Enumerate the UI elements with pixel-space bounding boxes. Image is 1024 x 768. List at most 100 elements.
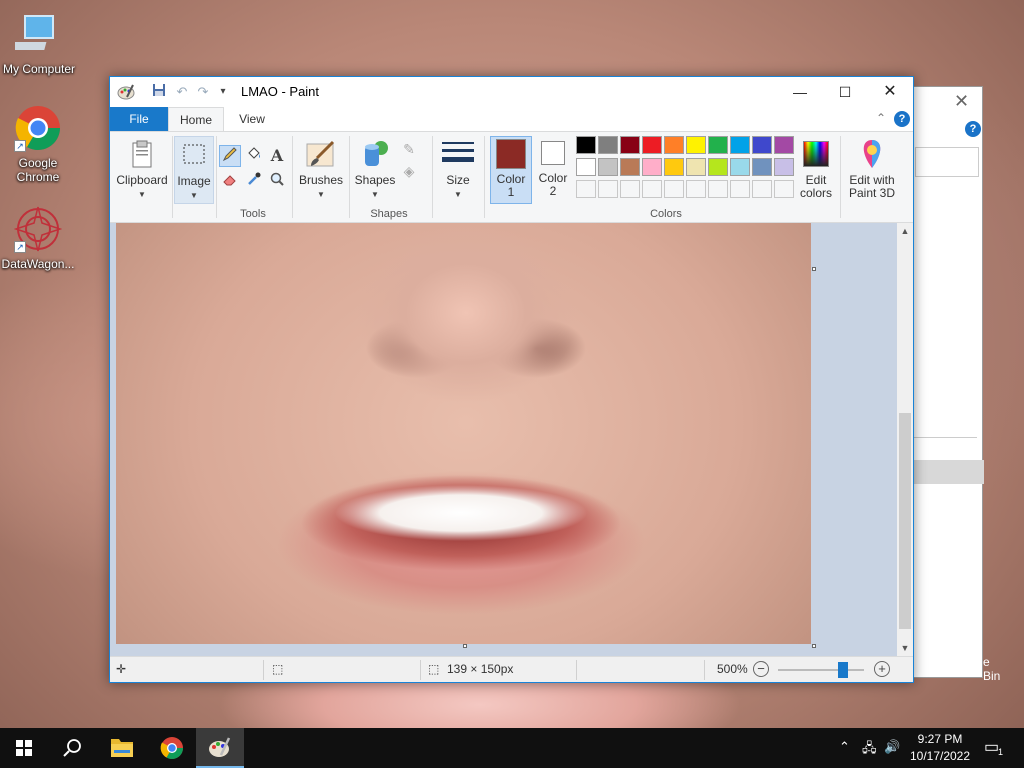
image-button[interactable]: Image ▼ [174, 136, 214, 204]
color-swatch[interactable] [686, 158, 706, 176]
color-swatch[interactable] [598, 136, 618, 154]
color-swatch[interactable] [620, 180, 640, 198]
zoom-slider-thumb[interactable] [838, 662, 848, 678]
tab-file[interactable]: File [110, 107, 168, 131]
color-swatch[interactable] [774, 136, 794, 154]
notification-center-icon[interactable]: ▭ [984, 737, 999, 757]
zoom-slider-track[interactable] [778, 669, 864, 671]
search-button[interactable] [48, 728, 96, 768]
color-swatch[interactable] [642, 158, 662, 176]
color2-button[interactable]: Color 2 [535, 136, 571, 204]
text-tool[interactable]: A [266, 145, 288, 167]
minimize-button[interactable]: — [777, 77, 823, 107]
background-window[interactable]: ✕ ? e Bin [906, 86, 1000, 683]
resize-handle[interactable] [463, 644, 467, 648]
close-button[interactable]: ✕ [867, 77, 913, 107]
title-bar[interactable]: ↶ ↷ ▾ LMAO - Paint — ☐ ✕ [110, 77, 913, 107]
divider [292, 136, 293, 218]
clipboard-button[interactable]: Clipboard ▼ [116, 136, 168, 204]
help-icon[interactable]: ? [965, 121, 981, 137]
image-canvas[interactable] [116, 223, 811, 644]
scroll-thumb[interactable] [899, 413, 911, 629]
color-swatch[interactable] [774, 180, 794, 198]
desktop-icon-my-computer[interactable]: My Computer [1, 10, 77, 76]
resize-handle[interactable] [812, 267, 816, 271]
shapes-label: Shapes [354, 173, 396, 187]
paint-app-icon [209, 737, 231, 757]
tab-view[interactable]: View [226, 107, 278, 131]
customize-toolbar-icon[interactable]: ▾ [214, 83, 232, 101]
color-swatch[interactable] [774, 158, 794, 176]
fill-icon[interactable] [243, 145, 265, 167]
color-swatch[interactable] [576, 136, 596, 154]
paint-window[interactable]: ↶ ↷ ▾ LMAO - Paint — ☐ ✕ File Home View … [109, 76, 914, 683]
color-swatch[interactable] [598, 158, 618, 176]
taskbar-chrome[interactable] [148, 728, 196, 768]
magnifier-icon[interactable] [266, 171, 288, 193]
color-swatch[interactable] [752, 136, 772, 154]
color1-button[interactable]: Color 1 [490, 136, 532, 204]
pencil-tool[interactable] [219, 145, 241, 167]
scroll-up-icon[interactable]: ▲ [897, 223, 913, 239]
desktop-icon-datawagon[interactable]: ↗ DataWagon... [0, 205, 76, 271]
close-icon[interactable]: ✕ [954, 91, 969, 112]
color-swatch[interactable] [576, 180, 596, 198]
outline-icon[interactable]: ✎ [398, 138, 420, 160]
vertical-scrollbar[interactable]: ▲ ▼ [897, 223, 913, 656]
brushes-button[interactable]: Brushes ▼ [297, 136, 345, 204]
size-label: Size [446, 173, 470, 187]
canvas-workspace[interactable] [110, 223, 897, 656]
color-swatch[interactable] [708, 180, 728, 198]
network-icon[interactable]: 🖧 [862, 739, 877, 761]
color-swatch[interactable] [664, 158, 684, 176]
color-swatch[interactable] [620, 158, 640, 176]
help-icon[interactable]: ? [894, 111, 910, 127]
save-icon[interactable] [150, 83, 168, 101]
taskbar-paint[interactable] [196, 728, 244, 768]
start-button[interactable] [0, 728, 48, 768]
color-swatch[interactable] [730, 158, 750, 176]
color-swatch[interactable] [730, 136, 750, 154]
taskbar-file-explorer[interactable] [98, 728, 146, 768]
background-window-selected-row[interactable] [913, 460, 984, 484]
color2-preview [541, 141, 565, 165]
color-swatch[interactable] [642, 136, 662, 154]
color-picker-icon[interactable] [243, 171, 265, 193]
color-swatch[interactable] [598, 180, 618, 198]
volume-icon[interactable]: 🔊 [884, 739, 900, 755]
divider [484, 136, 485, 218]
color-swatch[interactable] [686, 180, 706, 198]
color-swatch[interactable] [752, 180, 772, 198]
zoom-in-button[interactable]: + [874, 661, 890, 677]
resize-handle[interactable] [812, 644, 816, 648]
zoom-out-button[interactable]: − [753, 661, 769, 677]
recycle-bin-label[interactable]: e Bin [983, 655, 1000, 683]
undo-icon[interactable]: ↶ [173, 83, 191, 101]
eraser-icon[interactable] [219, 171, 241, 193]
background-window-input[interactable] [915, 147, 979, 177]
color-swatch[interactable] [708, 136, 728, 154]
color-swatch[interactable] [664, 180, 684, 198]
color-swatch[interactable] [620, 136, 640, 154]
color-swatch[interactable] [730, 180, 750, 198]
collapse-ribbon-icon[interactable]: ⌃ [876, 111, 886, 125]
edit-colors-button[interactable]: Edit colors [796, 136, 836, 204]
maximize-button[interactable]: ☐ [822, 77, 868, 107]
color-swatch[interactable] [576, 158, 596, 176]
color-swatch[interactable] [642, 180, 662, 198]
edit-paint3d-button[interactable]: Edit with Paint 3D [844, 136, 900, 204]
desktop-icon-chrome[interactable]: ↗ Google Chrome [0, 104, 76, 184]
color-swatch[interactable] [752, 158, 772, 176]
color-swatch[interactable] [686, 136, 706, 154]
paint-app-icon[interactable] [117, 83, 135, 101]
fill-shape-icon[interactable]: ◈ [398, 160, 420, 182]
redo-icon[interactable]: ↷ [194, 83, 212, 101]
shapes-button[interactable]: Shapes ▼ [352, 136, 398, 204]
scroll-down-icon[interactable]: ▼ [897, 640, 913, 656]
show-hidden-icons[interactable]: ⌃ [839, 739, 850, 755]
tab-home[interactable]: Home [168, 107, 224, 131]
clock[interactable]: 9:27 PM 10/17/2022 [902, 731, 978, 765]
size-button[interactable]: Size ▼ [438, 136, 478, 204]
color-swatch[interactable] [708, 158, 728, 176]
color-swatch[interactable] [664, 136, 684, 154]
